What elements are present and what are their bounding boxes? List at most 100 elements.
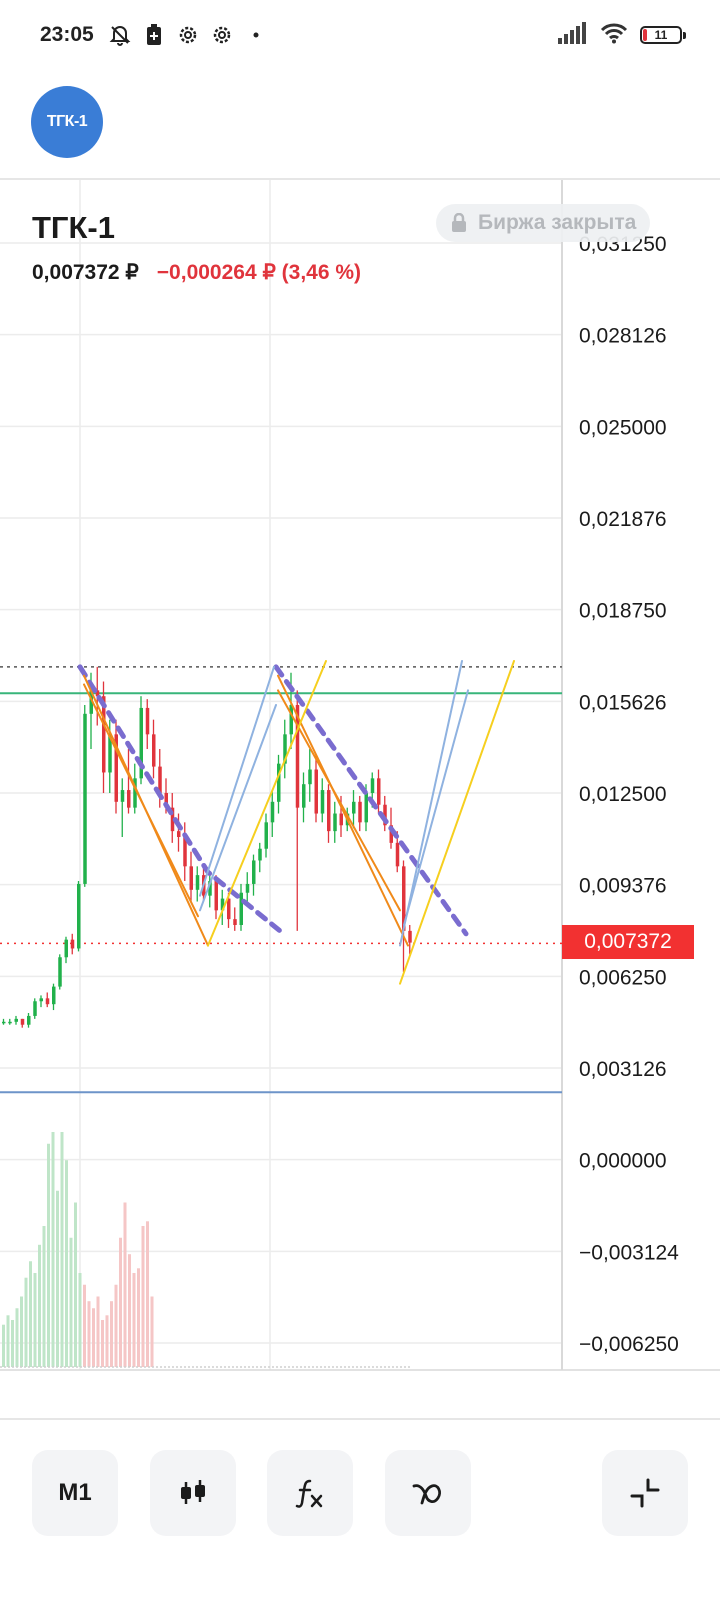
volume-bar: [132, 1273, 136, 1367]
volume-bar: [6, 1315, 10, 1367]
candle-body: [8, 1021, 12, 1024]
y-axis-tick-label: −0,006250: [579, 1333, 679, 1356]
volume-bar: [141, 1226, 145, 1367]
current-price-tag: 0,007372: [562, 925, 694, 959]
candle-body: [189, 866, 193, 890]
candle-body: [83, 713, 87, 884]
candle-body: [408, 930, 412, 943]
candle-body: [64, 939, 68, 958]
y-axis-tick-label: −0,003124: [579, 1241, 679, 1264]
candle-body: [327, 790, 331, 832]
volume-bar: [146, 1221, 149, 1367]
volume-bar: [128, 1254, 131, 1367]
volume-bar: [15, 1308, 19, 1367]
status-left: 23:05: [40, 23, 268, 47]
timeframe-label: M1: [58, 1479, 92, 1506]
candle-body: [145, 707, 150, 735]
drawing-tools-button[interactable]: [385, 1450, 471, 1536]
volume-bar: [38, 1244, 41, 1367]
candle-body: [58, 957, 62, 987]
drawing-tool-icon: [412, 1484, 441, 1505]
volume-bar: [33, 1273, 37, 1367]
signal-icon: [558, 21, 588, 49]
candle-body: [270, 801, 275, 823]
candle-body: [308, 769, 312, 785]
company-logo[interactable]: ТГК-1: [31, 86, 103, 158]
status-right: 11: [558, 21, 686, 49]
y-axis-tick-label: 0,012500: [579, 783, 667, 806]
candle-body: [227, 898, 231, 920]
volume-bar: [83, 1284, 86, 1367]
battery-icon: 11: [640, 26, 686, 44]
y-axis-tick-label: 0,006250: [579, 966, 667, 989]
volume-bar: [137, 1268, 140, 1367]
y-axis-tick-label: 0,028126: [579, 325, 667, 348]
price-chart[interactable]: 0,031250 0,028126 0,025000 0,021876 0,018750…: [0, 180, 720, 1420]
candle-body: [177, 831, 181, 837]
fullscreen-toggle-button[interactable]: [602, 1450, 688, 1536]
price-row: 0,007372 ₽ −0,000264 ₽ (3,46 %): [32, 260, 361, 285]
wifi-icon: [600, 22, 628, 49]
trend-line-yellow: [399, 660, 515, 985]
dot-icon: [244, 23, 268, 47]
chart-canvas[interactable]: 0,0312500,0281260,0250000,0218760,018750…: [0, 180, 720, 1420]
candle-body: [339, 813, 343, 826]
volume-bar: [105, 1315, 109, 1367]
volume-bar: [2, 1324, 5, 1367]
candle-body: [233, 919, 237, 925]
volume-bar: [92, 1308, 95, 1367]
volume-bar: [78, 1273, 82, 1367]
status-time: 23:05: [40, 23, 94, 46]
toolbar-divider: [0, 1418, 720, 1420]
status-bar: 23:05 11: [0, 0, 720, 70]
candle-body: [264, 822, 268, 849]
candle-body: [27, 1015, 31, 1025]
candle-body: [395, 842, 400, 867]
chart-type-button[interactable]: [150, 1450, 236, 1536]
indicators-button[interactable]: [267, 1450, 353, 1536]
ticker-title: ТГК-1: [32, 210, 115, 245]
volume-bar: [29, 1261, 32, 1367]
candle-body: [120, 790, 125, 802]
candle-body: [70, 939, 75, 949]
volume-bar: [51, 1132, 55, 1367]
candle-body: [364, 793, 368, 823]
bell-off-icon: [108, 23, 132, 47]
candle-body: [52, 986, 56, 1005]
volume-bar: [24, 1277, 28, 1367]
timeframe-button[interactable]: M1: [32, 1450, 118, 1536]
exchange-status-text: Биржа закрыта: [478, 211, 637, 234]
candle-body: [333, 813, 337, 832]
y-axis-tick-label: 0,009376: [579, 875, 667, 898]
volume-bar: [56, 1190, 59, 1367]
volume-bar: [60, 1132, 64, 1367]
volume-bar: [96, 1296, 100, 1367]
price-change: −0,000264 ₽ (3,46 %): [156, 261, 362, 284]
candle-body: [14, 1018, 18, 1022]
trend-line-purple: [77, 664, 283, 934]
candle-body: [358, 801, 362, 823]
volume-bar: [69, 1237, 73, 1367]
battery-saver-icon: [142, 23, 166, 47]
candle-body: [127, 790, 131, 808]
volume-bar: [65, 1160, 68, 1367]
candlestick-icon: [181, 1480, 205, 1504]
y-axis-tick-label: 0,003126: [579, 1058, 667, 1081]
candle-body: [152, 734, 156, 767]
exchange-status-badge: Биржа закрыта: [436, 204, 651, 242]
volume-bar: [150, 1296, 154, 1367]
current-price: 0,007372 ₽: [32, 261, 139, 284]
volume-bar: [123, 1202, 127, 1367]
volume-bar: [110, 1301, 113, 1367]
settings-gear-icon: [210, 23, 234, 47]
volume-bar: [101, 1320, 104, 1367]
volume-bar: [119, 1237, 122, 1367]
volume-bar: [42, 1226, 46, 1367]
candle-body: [370, 778, 375, 793]
settings-gear-icon: [176, 23, 200, 47]
volume-bar: [47, 1143, 50, 1367]
candle-body: [45, 998, 50, 1005]
candle-body: [214, 881, 218, 911]
candle-body: [252, 860, 256, 884]
candle-body: [289, 705, 293, 735]
